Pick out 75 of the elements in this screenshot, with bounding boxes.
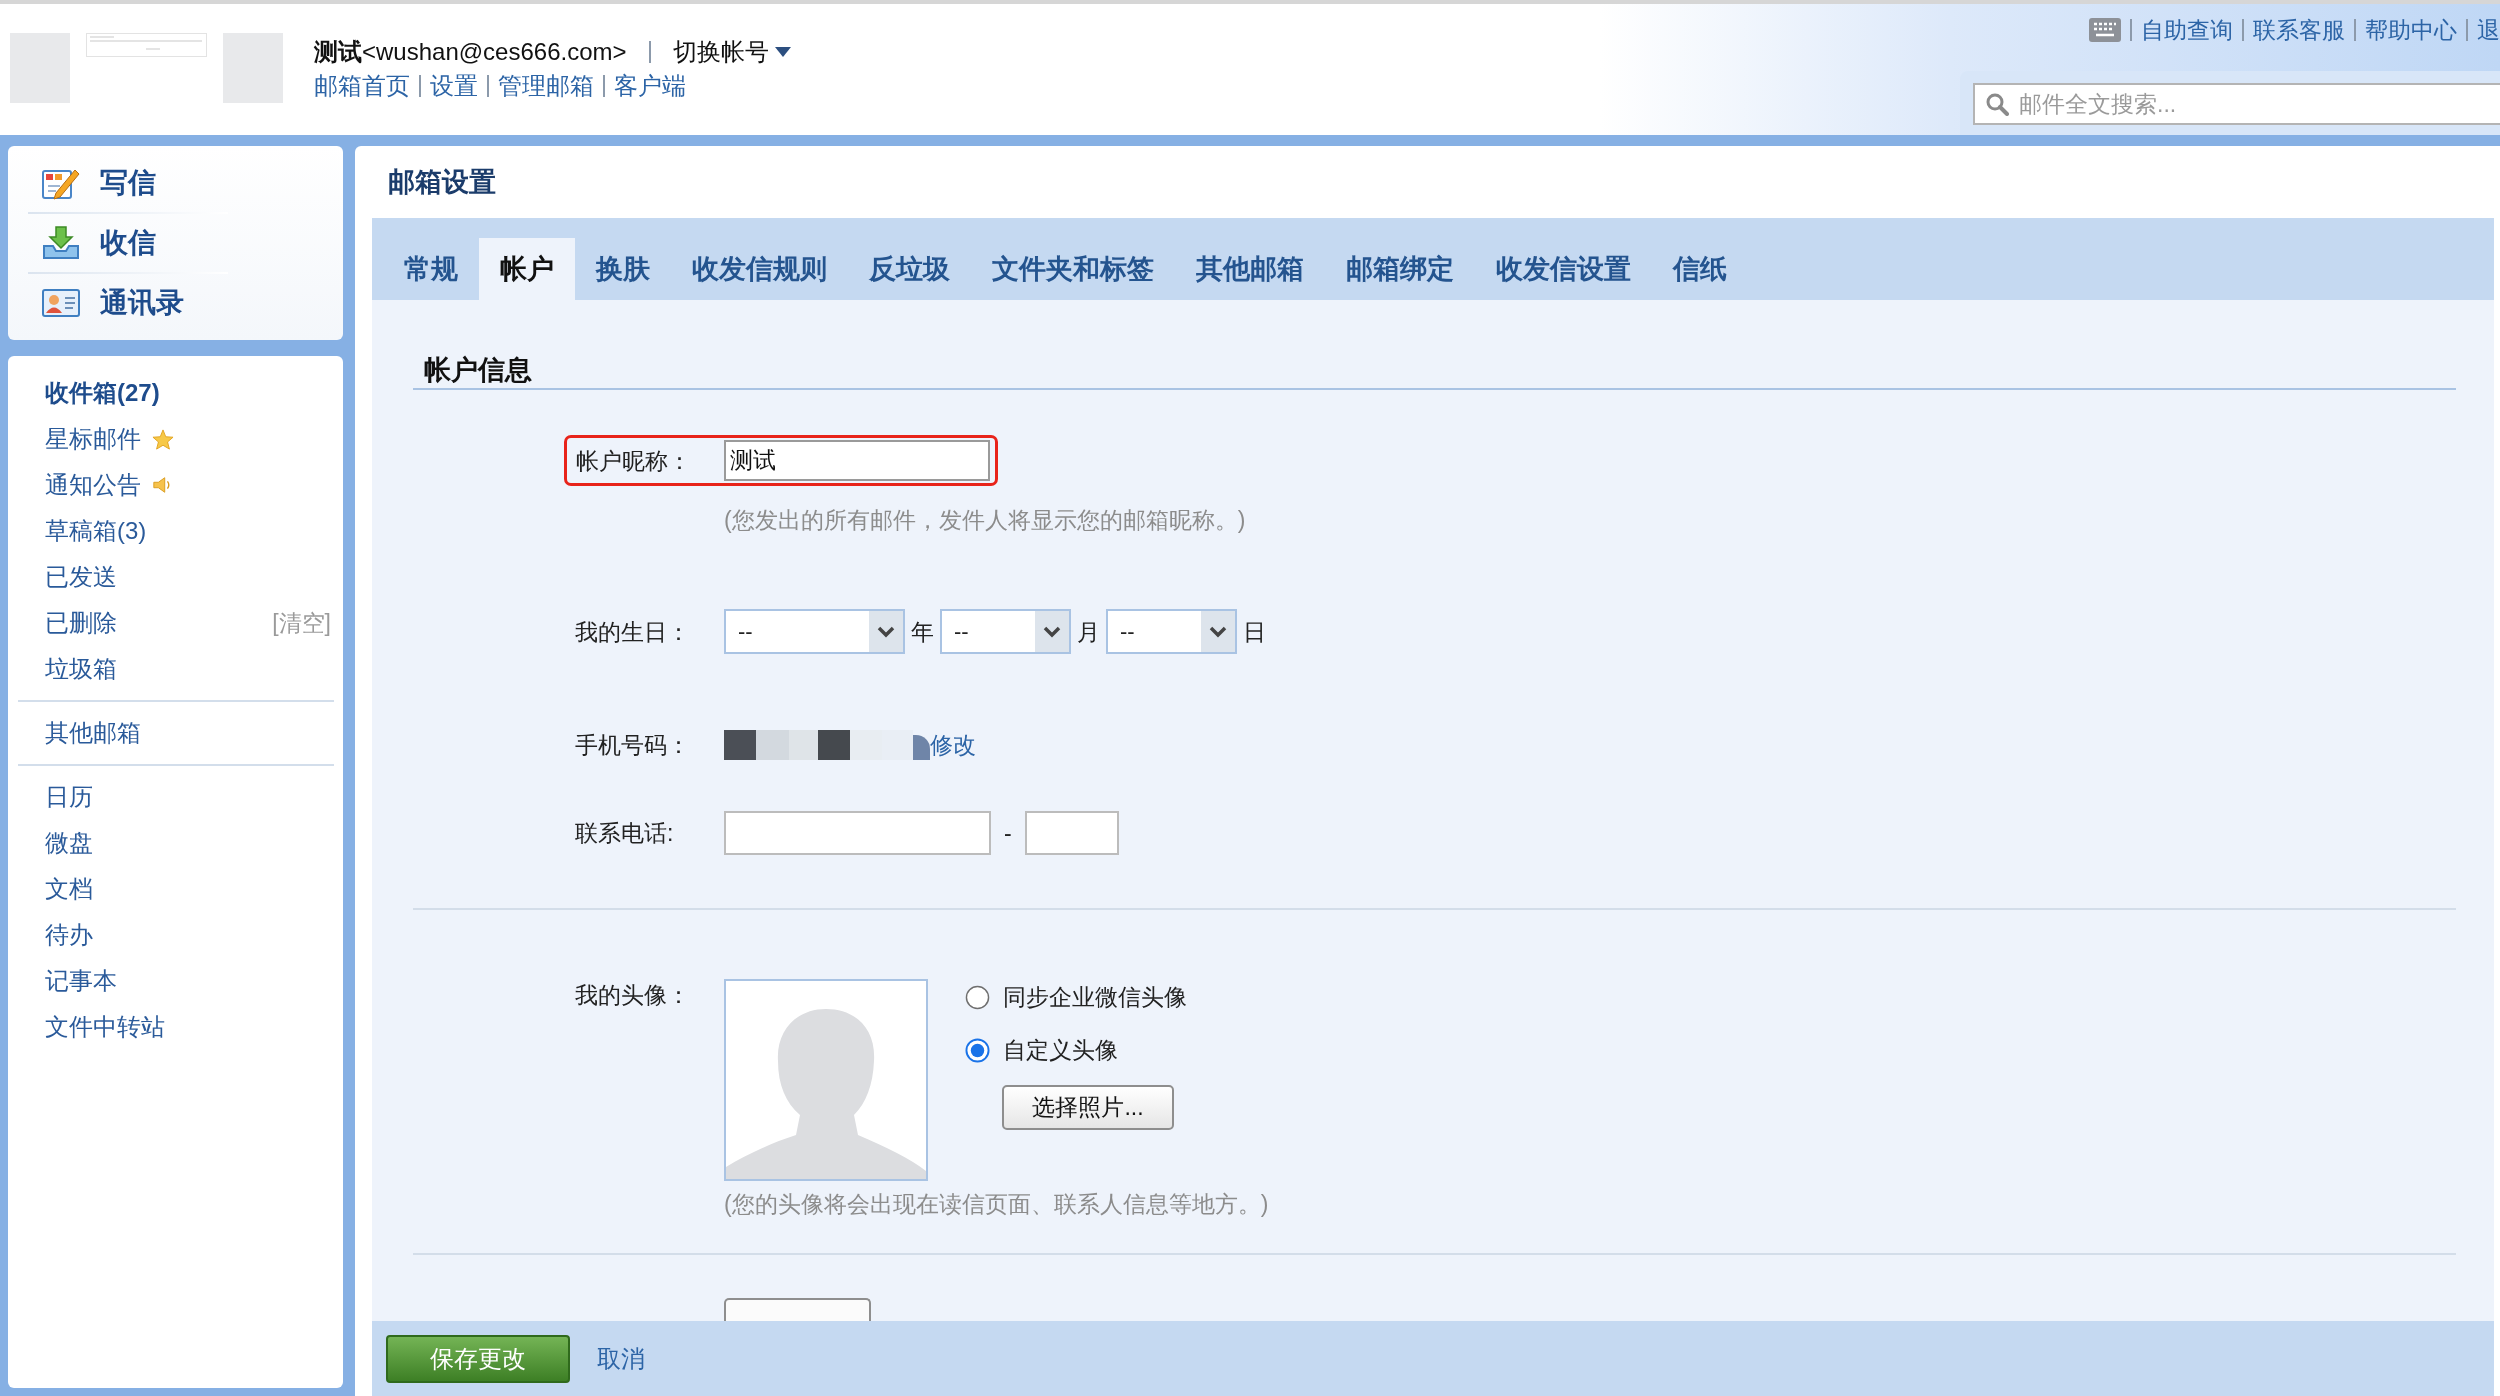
- search-field[interactable]: 邮件全文搜索...: [1973, 83, 2500, 125]
- extension-input[interactable]: [1024, 811, 1119, 855]
- speaker-icon: [152, 475, 172, 495]
- section-title: 帐户信息: [424, 354, 532, 387]
- date-unit: 日: [1243, 617, 1266, 647]
- settings-tab[interactable]: 反垃圾: [848, 238, 971, 300]
- account-name: 测试<wushan@ces666.com>: [314, 37, 627, 67]
- settings-tab[interactable]: 换肤: [575, 238, 671, 300]
- choose-photo-button[interactable]: 选择照片...: [1002, 1085, 1174, 1130]
- folder-link[interactable]: 记事本: [45, 965, 117, 997]
- field-label: 手机号码：: [575, 731, 691, 760]
- radio-label[interactable]: 同步企业微信头像: [1003, 981, 1187, 1013]
- field-hint: (您发出的所有邮件，发件人将显示您的邮箱昵称。): [724, 506, 1246, 535]
- folder-link[interactable]: 日历: [45, 781, 93, 813]
- field-label: 帐户昵称：: [576, 446, 692, 476]
- day-select[interactable]: --: [1106, 609, 1237, 654]
- folder-link[interactable]: 其他邮箱: [45, 717, 141, 749]
- folder-link[interactable]: 草稿箱(3): [45, 515, 147, 547]
- phone-separator: -: [1004, 819, 1012, 848]
- settings-tab[interactable]: 邮箱绑定: [1325, 238, 1475, 300]
- settings-tab[interactable]: 收发信规则: [671, 238, 848, 300]
- radio-button[interactable]: [965, 984, 990, 1010]
- folder-link[interactable]: 已发送: [45, 561, 117, 593]
- caret-down-icon: [774, 47, 791, 57]
- folder-link[interactable]: 通知公告: [45, 469, 141, 501]
- folder-link[interactable]: 文档: [45, 873, 93, 905]
- settings-tab[interactable]: 常规: [383, 238, 479, 300]
- top-link[interactable]: 联系客服: [2253, 15, 2345, 45]
- sidebar-action-link[interactable]: 通讯录: [100, 285, 184, 321]
- top-link[interactable]: 帮助中心: [2365, 15, 2457, 45]
- settings-tab[interactable]: 帐户: [479, 238, 575, 300]
- top-link[interactable]: 自助查询: [2141, 15, 2233, 45]
- settings-tab[interactable]: 其他邮箱: [1175, 238, 1325, 300]
- sidebar-action-link[interactable]: 写信: [100, 165, 156, 201]
- field-label: 我的头像：: [575, 981, 691, 1010]
- field-hint: (您的头像将会出现在读信页面、联系人信息等地方。): [724, 1190, 1269, 1219]
- month-select[interactable]: --: [940, 609, 1071, 654]
- star-icon: [152, 428, 174, 450]
- radio-label[interactable]: 自定义头像: [1003, 1034, 1118, 1066]
- search-icon: [1985, 92, 2009, 116]
- cancel-link[interactable]: 取消: [597, 1342, 645, 1375]
- date-unit: 年: [911, 617, 934, 647]
- header-link[interactable]: 管理邮箱: [498, 69, 594, 103]
- cut-off-button[interactable]: [724, 1298, 871, 1321]
- settings-tab[interactable]: 信纸: [1652, 238, 1748, 300]
- folder-link[interactable]: 垃圾箱: [45, 653, 117, 685]
- year-select[interactable]: --: [724, 609, 905, 654]
- folder-link[interactable]: 微盘: [45, 827, 93, 859]
- sidebar-action-link[interactable]: 收信: [100, 225, 156, 261]
- radio-button[interactable]: [965, 1037, 990, 1063]
- page-title: 邮箱设置: [388, 166, 496, 199]
- top-link[interactable]: 退: [2477, 15, 2500, 45]
- edit-link[interactable]: 修改: [930, 729, 976, 761]
- folder-link[interactable]: 收件箱(27): [45, 377, 160, 409]
- nickname-input[interactable]: 测试: [724, 440, 990, 481]
- header-link[interactable]: 设置: [430, 69, 478, 103]
- folder-link[interactable]: 文件中转站: [45, 1011, 165, 1043]
- phone-input[interactable]: [724, 811, 991, 855]
- folder-link[interactable]: 已删除: [45, 607, 117, 639]
- chevron-down-icon: [1201, 611, 1235, 652]
- field-label: 联系电话:: [575, 819, 675, 848]
- folder-link[interactable]: 待办: [45, 919, 93, 951]
- header-link[interactable]: 客户端: [614, 69, 686, 103]
- field-label: 我的生日：: [575, 617, 691, 647]
- contact-card-icon: [42, 288, 80, 318]
- download-tray-icon: [42, 226, 80, 260]
- header-link[interactable]: 邮箱首页: [314, 69, 410, 103]
- switch-account-button[interactable]: 切换帐号: [672, 35, 791, 69]
- settings-tab[interactable]: 收发信设置: [1475, 238, 1652, 300]
- settings-tab[interactable]: 文件夹和标签: [971, 238, 1175, 300]
- date-unit: 月: [1077, 617, 1100, 647]
- keyboard-icon[interactable]: [2089, 18, 2121, 42]
- chevron-down-icon: [869, 611, 903, 652]
- folder-link[interactable]: 星标邮件: [45, 423, 141, 455]
- chevron-down-icon: [1035, 611, 1069, 652]
